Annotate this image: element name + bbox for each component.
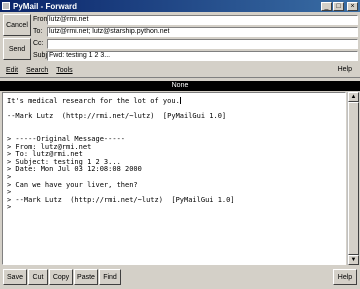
help-button[interactable]: Help	[333, 269, 357, 285]
menu-edit-label: Edit	[6, 66, 19, 74]
menu-tools[interactable]: Tools	[56, 67, 72, 74]
cancel-button[interactable]: Cancel	[3, 14, 31, 36]
window-title: PyMail - Forward	[13, 1, 78, 11]
to-row: To: lutz@rmi.net; lutz@starship.python.n…	[33, 26, 358, 37]
from-field[interactable]: lutz@rmi.net	[47, 14, 358, 25]
send-button[interactable]: Send	[3, 38, 31, 60]
status-label: None	[0, 81, 360, 91]
message-body[interactable]: It's medical research for the lot of you…	[2, 92, 346, 265]
menu-search-label: Search	[26, 66, 49, 74]
save-button[interactable]: Save	[3, 269, 27, 285]
scroll-thumb[interactable]	[348, 102, 359, 255]
cc-row: Cc:	[33, 38, 358, 49]
menu-bar: Edit Search Tools Help	[0, 63, 360, 78]
menu-tools-label: Tools	[56, 66, 73, 74]
message-text[interactable]: It's medical research for the lot of you…	[3, 93, 345, 216]
app-icon	[2, 2, 10, 10]
maximize-button[interactable]: □	[333, 1, 344, 11]
header-panel: Cancel Send From: lutz@rmi.net To: lutz@…	[0, 12, 360, 63]
bottom-toolbar: Save Cut Copy Paste Find Help	[0, 266, 360, 289]
close-button[interactable]: ×	[347, 1, 358, 11]
to-field[interactable]: lutz@rmi.net; lutz@starship.python.net	[47, 26, 358, 37]
title-bar: PyMail - Forward _ □ ×	[0, 0, 360, 12]
message-line: It's medical research for the lot of you…	[7, 97, 180, 105]
menu-edit[interactable]: Edit	[6, 67, 18, 74]
scroll-up-icon[interactable]: ▲	[348, 92, 359, 102]
find-button[interactable]: Find	[99, 269, 121, 285]
message-line: > --Mark Lutz (http://rmi.net/~lutz) [Py…	[7, 195, 235, 204]
minimize-button[interactable]: _	[321, 1, 332, 11]
message-line: > Date: Mon Jul 03 12:08:08 2000	[7, 165, 142, 174]
copy-button[interactable]: Copy	[49, 269, 73, 285]
subject-row: Subj: Fwd: testing 1 2 3...	[33, 50, 358, 61]
text-cursor	[179, 97, 181, 104]
paste-button[interactable]: Paste	[74, 269, 98, 285]
menu-help[interactable]: Help	[338, 66, 352, 73]
cc-label: Cc:	[33, 40, 44, 47]
from-row: From: lutz@rmi.net	[33, 14, 358, 25]
subject-field[interactable]: Fwd: testing 1 2 3...	[47, 50, 358, 61]
message-line: >	[7, 203, 12, 212]
vertical-scrollbar[interactable]: ▲ ▼	[347, 92, 359, 265]
subject-label: Subj:	[33, 52, 49, 59]
scroll-down-icon[interactable]: ▼	[348, 255, 359, 265]
menu-search[interactable]: Search	[26, 67, 48, 74]
message-line: > Can we have your liver, then?	[7, 180, 138, 189]
from-label: From:	[33, 16, 52, 23]
message-line: --Mark Lutz (http://rmi.net/~lutz) [PyMa…	[7, 112, 227, 121]
cut-button[interactable]: Cut	[28, 269, 48, 285]
to-label: To:	[33, 28, 43, 35]
cc-field[interactable]	[47, 38, 358, 49]
